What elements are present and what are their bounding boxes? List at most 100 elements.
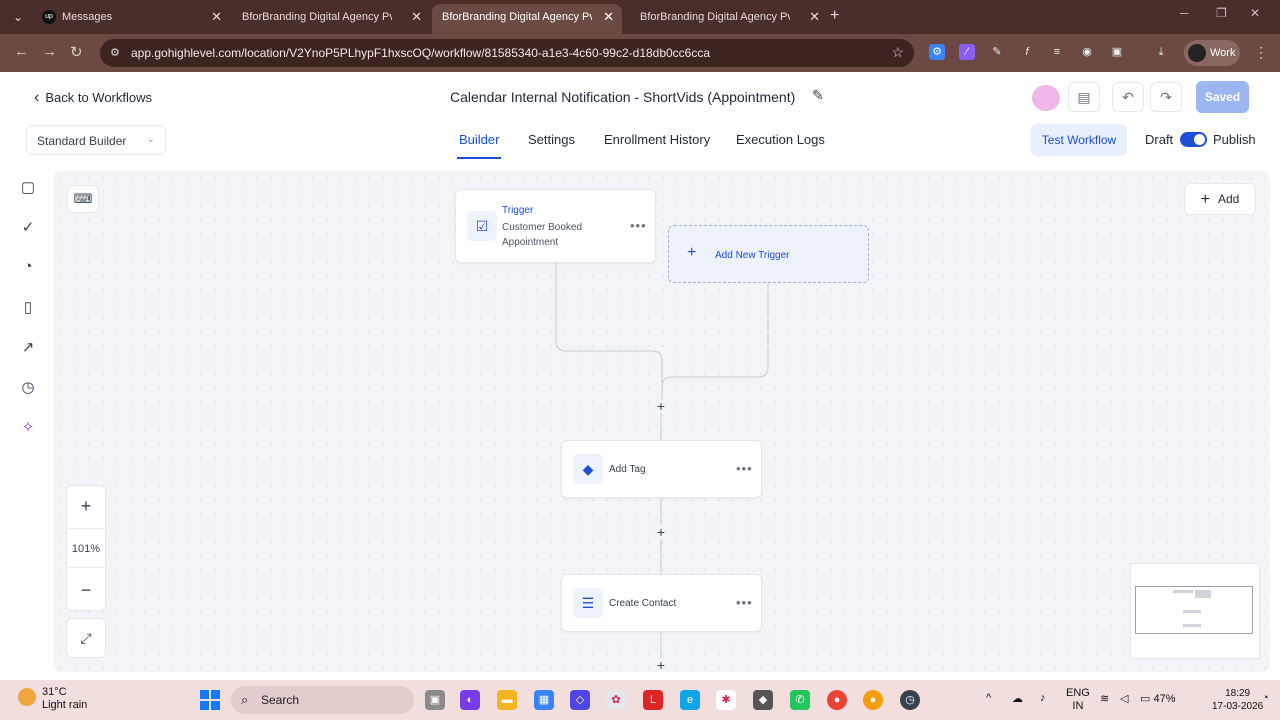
reload-icon[interactable]: ↻ — [70, 43, 83, 61]
browser-toolbar: ← → ↻ ⚙ app.gohighlevel.com/location/V2Y… — [0, 34, 1280, 72]
forward-arrow-icon[interactable]: → — [42, 43, 57, 60]
add-tag-node[interactable]: ◆ Add Tag ••• — [561, 440, 762, 498]
saved-button[interactable]: Saved — [1196, 81, 1249, 113]
pie-chart-icon[interactable]: ◔ — [18, 258, 38, 278]
tag-icon: ◆ — [573, 454, 603, 484]
chrome-icon[interactable]: ● — [827, 690, 847, 710]
browser-chrome: ⌄ up Messages ✕ BforBranding Digital Agenc… — [0, 0, 1280, 72]
whatsapp-icon[interactable]: ✆ — [790, 690, 810, 710]
close-tab-icon[interactable]: ✕ — [411, 4, 422, 30]
eyedropper-icon[interactable]: ✎ — [989, 44, 1005, 60]
upwork-favicon-icon: up — [42, 10, 56, 25]
tab-enrollment-history[interactable]: Enrollment History — [604, 132, 710, 147]
zoom-in-button[interactable]: + — [67, 486, 105, 526]
chevron-left-icon: ‹ — [34, 89, 40, 106]
microphone-icon[interactable]: ♪ — [1040, 692, 1046, 704]
action-label: Add Tag — [609, 464, 646, 475]
back-arrow-icon[interactable]: ← — [14, 43, 29, 60]
close-tab-icon[interactable]: ✕ — [211, 4, 222, 30]
copilot-icon[interactable]: ◐ — [460, 690, 480, 710]
extensions-puzzle-icon[interactable]: ▣ — [1109, 44, 1125, 60]
browser-tab[interactable]: BforBranding Digital Agency Pvt ✕ — [630, 4, 828, 34]
add-step-plus-icon[interactable]: + — [654, 399, 668, 413]
add-new-trigger-button[interactable]: + Add New Trigger — [668, 225, 869, 283]
app-icon[interactable]: ✿ — [606, 690, 626, 710]
language-indicator[interactable]: ENG IN — [1066, 687, 1090, 713]
cloud-icon[interactable]: ☁ — [1012, 692, 1023, 705]
chat-icon[interactable]: ▢ — [18, 178, 38, 198]
window-close-icon[interactable]: ✕ — [1250, 6, 1260, 20]
tab-builder[interactable]: Builder — [456, 132, 502, 159]
trigger-subtitle: Customer Booked Appointment — [502, 222, 583, 248]
more-options-icon[interactable]: ••• — [736, 595, 753, 610]
slack-icon[interactable]: ✱ — [716, 690, 736, 710]
undo-icon[interactable]: ↶ — [1112, 82, 1144, 112]
external-link-icon[interactable]: ↗ — [18, 338, 38, 358]
avatar[interactable] — [1032, 85, 1060, 111]
file-explorer-icon[interactable]: ▬ — [497, 690, 517, 710]
browser-tab[interactable]: BforBranding Digital Agency Pvt ✕ — [232, 4, 430, 34]
browser-menu-icon[interactable]: ⋮ — [1254, 44, 1268, 61]
create-contact-node[interactable]: ☰ Create Contact ••• — [561, 574, 762, 632]
app-icon[interactable]: ◷ — [900, 690, 920, 710]
minimize-icon[interactable]: ─ — [1180, 6, 1189, 20]
app-icon[interactable]: L — [643, 690, 663, 710]
test-workflow-button[interactable]: Test Workflow — [1031, 124, 1127, 156]
clock[interactable]: 18:29 17-03-2026 — [1212, 687, 1263, 713]
browser-tab-active[interactable]: BforBranding Digital Agency Pvt ✕ — [432, 4, 622, 34]
redo-icon[interactable]: ↷ — [1150, 82, 1182, 112]
tab-settings[interactable]: Settings — [528, 132, 575, 147]
extension-icon[interactable]: ∕ — [959, 44, 975, 60]
address-bar[interactable]: ⚙ app.gohighlevel.com/location/V2YnoP5PL… — [100, 39, 914, 67]
profile-button[interactable]: Work — [1184, 40, 1240, 66]
camera-icon[interactable]: ◉ — [1079, 44, 1095, 60]
notes-icon[interactable]: ▤ — [1068, 82, 1100, 112]
document-icon[interactable]: ▯ — [18, 298, 38, 318]
more-options-icon[interactable]: ••• — [736, 461, 753, 476]
history-icon[interactable]: ◷ — [18, 378, 38, 398]
windows-start-icon[interactable] — [200, 690, 220, 710]
ai-sparkle-icon[interactable]: ✧ — [18, 418, 38, 438]
minimap-node — [1195, 590, 1211, 598]
site-info-icon[interactable]: ⚙ — [110, 46, 124, 60]
text-icon[interactable]: ≡ — [1049, 44, 1065, 60]
weather-icon — [18, 688, 36, 706]
close-tab-icon[interactable]: ✕ — [603, 4, 614, 30]
trigger-node[interactable]: ☑ Trigger Customer Booked Appointment ••… — [455, 189, 656, 263]
taskbar-search[interactable]: ⌕ Search — [231, 686, 414, 714]
tab-search-button[interactable]: ⌄ — [8, 7, 28, 27]
notification-bell-icon[interactable]: ◔ — [1262, 692, 1269, 704]
add-step-plus-icon[interactable]: + — [654, 525, 668, 539]
app-icon[interactable]: ◆ — [753, 690, 773, 710]
builder-select[interactable]: Standard Builder ⌄ — [26, 125, 166, 155]
check-circle-icon[interactable]: ✓ — [18, 218, 38, 238]
minimap[interactable] — [1130, 563, 1260, 659]
tray-chevron-icon[interactable]: ^ — [986, 692, 991, 704]
add-step-plus-icon[interactable]: + — [654, 658, 668, 672]
maximize-icon[interactable]: ❐ — [1216, 6, 1227, 20]
more-options-icon[interactable]: ••• — [630, 218, 647, 233]
zoom-out-button[interactable]: − — [67, 570, 105, 610]
back-to-workflows-link[interactable]: ‹ Back to Workflows — [34, 89, 152, 107]
bookmark-star-icon[interactable]: ☆ — [891, 44, 904, 61]
volume-icon[interactable]: ◁ — [1120, 692, 1128, 705]
fonts-icon[interactable]: f — [1019, 44, 1035, 60]
task-view-icon[interactable]: ▣ — [425, 690, 445, 710]
app-icon[interactable]: ◇ — [570, 690, 590, 710]
extension-icon[interactable]: ⚙ — [929, 44, 945, 60]
publish-toggle[interactable] — [1180, 132, 1207, 147]
edit-title-icon[interactable]: ✎ — [812, 87, 824, 104]
tab-execution-logs[interactable]: Execution Logs — [736, 132, 825, 147]
store-icon[interactable]: ▦ — [534, 690, 554, 710]
calendar-check-icon: ☑ — [467, 211, 497, 241]
wifi-icon[interactable]: ≋ — [1100, 692, 1109, 705]
battery-indicator[interactable]: ▭ 47% — [1140, 692, 1176, 705]
close-tab-icon[interactable]: ✕ — [809, 4, 820, 30]
chrome-profile-icon[interactable]: ● — [863, 690, 883, 710]
new-tab-icon[interactable]: + — [830, 7, 839, 25]
download-icon[interactable]: ⤓ — [1153, 44, 1169, 60]
browser-tab[interactable]: up Messages ✕ — [32, 4, 230, 34]
fit-view-icon[interactable]: ⤢ — [66, 618, 106, 658]
workflow-canvas[interactable]: ⌨ + Add ☑ Trigger Customer Booked Appoint… — [54, 171, 1270, 672]
edge-icon[interactable]: e — [680, 690, 700, 710]
